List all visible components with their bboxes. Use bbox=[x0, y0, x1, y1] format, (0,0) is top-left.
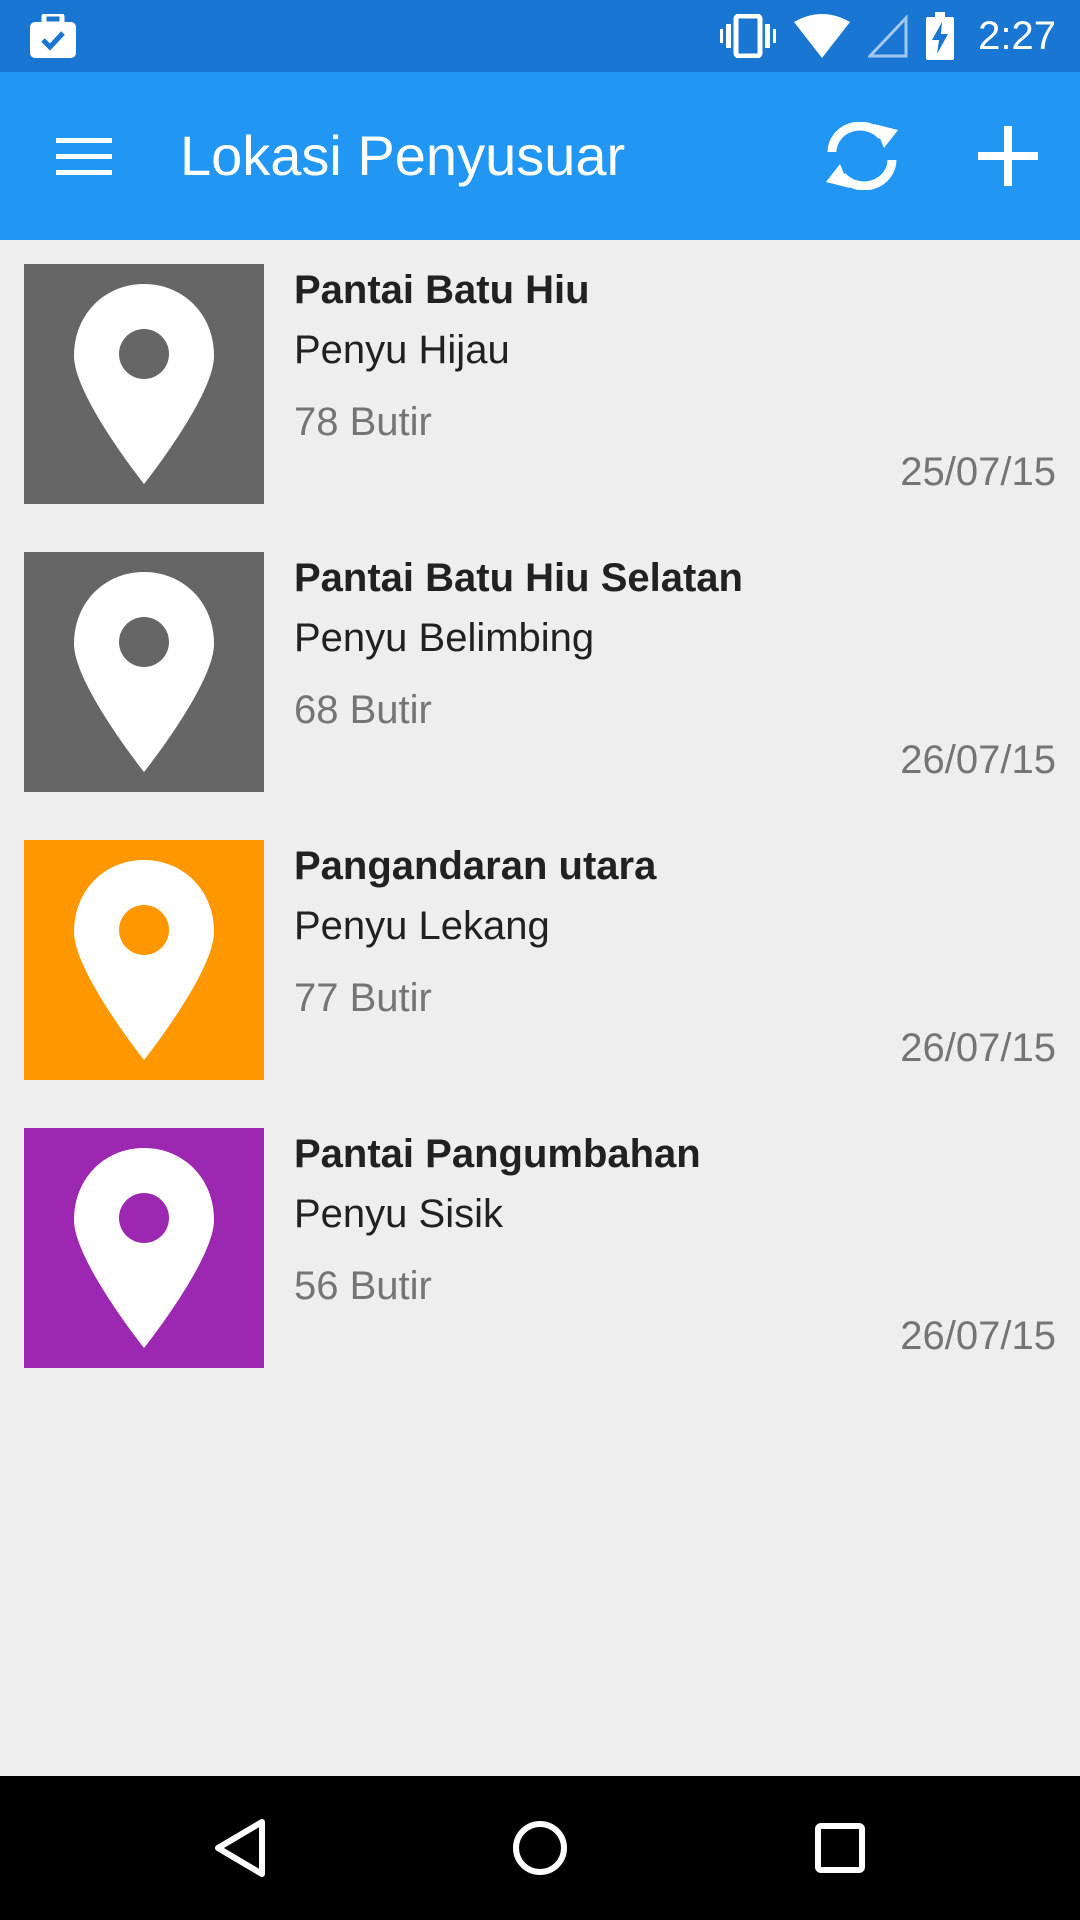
refresh-button[interactable] bbox=[812, 112, 912, 200]
item-date: 26/07/15 bbox=[900, 738, 1056, 782]
list-item[interactable]: Pantai Batu Hiu Penyu Hijau 78 Butir 25/… bbox=[0, 240, 1080, 528]
navigation-bar bbox=[0, 1776, 1080, 1920]
turtle-species: Penyu Hijau bbox=[294, 328, 510, 372]
hamburger-menu-icon bbox=[56, 138, 112, 175]
map-pin-icon bbox=[74, 860, 214, 1060]
egg-count: 78 Butir bbox=[294, 400, 432, 444]
page-title: Lokasi Penyusuar bbox=[180, 124, 626, 187]
status-bar: 2:27 bbox=[0, 0, 1080, 72]
location-thumbnail bbox=[24, 264, 264, 504]
status-time: 2:27 bbox=[978, 13, 1056, 58]
app-bar: Lokasi Penyusuar bbox=[0, 72, 1080, 240]
home-button[interactable] bbox=[460, 1776, 620, 1920]
home-icon bbox=[513, 1821, 567, 1875]
map-pin-icon bbox=[74, 284, 214, 484]
list-item[interactable]: Pantai Batu Hiu Selatan Penyu Belimbing … bbox=[0, 528, 1080, 816]
location-thumbnail bbox=[24, 552, 264, 792]
turtle-species: Penyu Lekang bbox=[294, 904, 550, 948]
turtle-species: Penyu Belimbing bbox=[294, 616, 595, 660]
recents-icon bbox=[815, 1823, 865, 1873]
egg-count: 56 Butir bbox=[294, 1264, 432, 1308]
recents-button[interactable] bbox=[760, 1776, 920, 1920]
menu-button[interactable] bbox=[40, 116, 128, 196]
refresh-icon bbox=[826, 122, 898, 190]
item-date: 26/07/15 bbox=[900, 1314, 1056, 1358]
location-list: Pantai Batu Hiu Penyu Hijau 78 Butir 25/… bbox=[0, 240, 1080, 1392]
location-title: Pantai Batu Hiu bbox=[294, 268, 590, 312]
map-pin-icon bbox=[74, 1148, 214, 1348]
add-button[interactable] bbox=[962, 112, 1054, 200]
egg-count: 68 Butir bbox=[294, 688, 432, 732]
battery-charging-icon bbox=[926, 12, 955, 60]
egg-count: 77 Butir bbox=[294, 976, 432, 1020]
item-date: 25/07/15 bbox=[900, 450, 1056, 494]
location-thumbnail bbox=[24, 840, 264, 1080]
back-button[interactable] bbox=[160, 1776, 320, 1920]
location-title: Pangandaran utara bbox=[294, 844, 657, 888]
list-item[interactable]: Pantai Pangumbahan Penyu Sisik 56 Butir … bbox=[0, 1104, 1080, 1392]
map-pin-icon bbox=[74, 572, 214, 772]
item-date: 26/07/15 bbox=[900, 1026, 1056, 1070]
add-icon bbox=[978, 126, 1038, 186]
wifi-icon bbox=[794, 14, 851, 58]
back-icon bbox=[215, 1819, 265, 1877]
location-title: Pantai Batu Hiu Selatan bbox=[294, 556, 743, 600]
cell-signal-icon bbox=[868, 14, 908, 58]
location-thumbnail bbox=[24, 1128, 264, 1368]
list-item[interactable]: Pangandaran utara Penyu Lekang 77 Butir … bbox=[0, 816, 1080, 1104]
location-title: Pantai Pangumbahan bbox=[294, 1132, 701, 1176]
turtle-species: Penyu Sisik bbox=[294, 1192, 503, 1236]
briefcase-check-icon bbox=[30, 14, 76, 58]
vibrate-icon bbox=[720, 14, 777, 58]
